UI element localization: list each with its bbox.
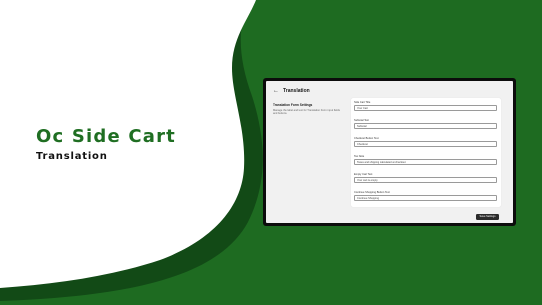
checkout-button-text-field-group: Checkout Button Text Checkout [354,137,497,147]
tax-note-field-group: Tax Note Taxes and shipping calculated a… [354,155,497,165]
section-description: Manage the label and text for Translatio… [273,108,340,115]
continue-shopping-input[interactable]: Continue Shopping [354,195,497,201]
section-title: Translation Form Settings [273,103,313,107]
side-cart-title-input[interactable]: Your Cart [354,105,497,111]
continue-shopping-field-group: Continue Shopping Button Text Continue S… [354,191,497,201]
arrow-left-icon[interactable]: ← [273,88,279,94]
app-screenshot-frame: ← Translation Translation Form Settings … [263,78,516,226]
section-info: Translation Form Settings Manage the lab… [273,103,343,115]
translation-form-card: Side Cart Title Your Cart Subtotal Text … [351,98,501,207]
save-settings-button[interactable]: Save Settings [476,214,499,220]
empty-cart-text-input[interactable]: Your cart is empty [354,177,497,183]
subtotal-text-field-group: Subtotal Text Subtotal [354,119,497,129]
empty-cart-text-field-group: Empty Cart Text Your cart is empty [354,173,497,183]
tax-note-input[interactable]: Taxes and shipping calculated at checkou… [354,159,497,165]
app-header: ← Translation [273,88,310,94]
page-title: Translation [283,88,310,94]
hero-title: Oc Side Cart [36,126,176,147]
app-window: ← Translation Translation Form Settings … [266,81,513,223]
subtotal-text-input[interactable]: Subtotal [354,123,497,129]
checkout-button-text-input[interactable]: Checkout [354,141,497,147]
side-cart-title-field-group: Side Cart Title Your Cart [354,101,497,111]
hero-subtitle: Translation [36,151,108,162]
